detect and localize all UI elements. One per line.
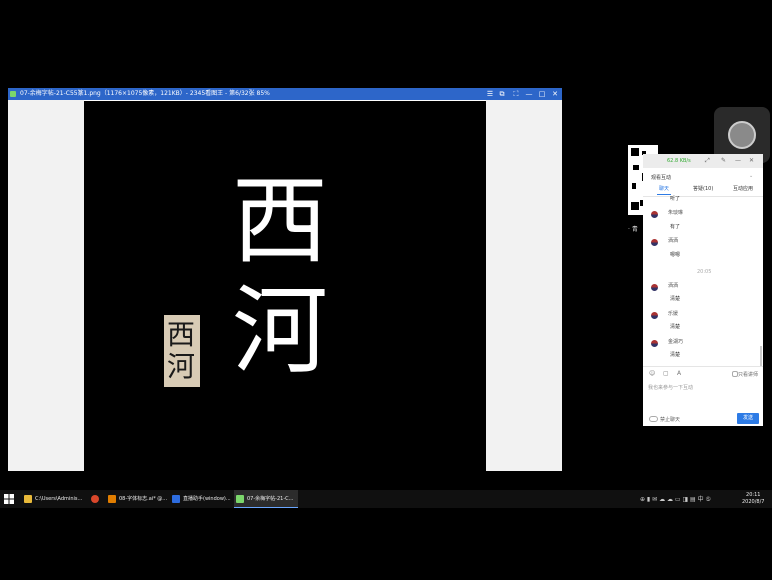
avatar — [651, 284, 658, 291]
taskbar-label: 08-字体标志.ai* @... — [119, 496, 168, 502]
menu-icon[interactable]: ☰ — [484, 88, 496, 100]
record-button-icon[interactable] — [728, 121, 756, 149]
font-icon[interactable]: A — [677, 370, 681, 377]
chat-header: 62.8 KB/s ⤢ ✎ — ✕ — [643, 154, 763, 168]
viewer-title: 07-余梅字帖-21-C55篆1.png（1176×1075像素，121KB）-… — [20, 90, 270, 97]
rubbing-char-xi: 西 — [167, 318, 196, 351]
taskbar-item-live-assistant[interactable]: 直播助手(window)... — [170, 490, 232, 508]
avatar — [651, 239, 658, 246]
taskbar-item-browser[interactable] — [86, 490, 104, 508]
viewer-left-pane — [8, 100, 84, 471]
mute-toggle[interactable] — [649, 416, 658, 422]
chat-timestamp: 20:05 — [697, 269, 712, 275]
send-button[interactable]: 发送 — [737, 413, 759, 424]
taskbar-label: 07-余梅字帖-21-C... — [247, 496, 294, 502]
pin-icon[interactable]: ✎ — [721, 157, 726, 164]
browser-icon — [91, 495, 99, 503]
illustrator-icon — [108, 495, 116, 503]
image-canvas[interactable]: 西 河 西 河 — [84, 101, 486, 471]
restore-view-icon[interactable]: ⧉ — [496, 88, 508, 100]
clock[interactable]: 20:11 2020/8/7 — [742, 492, 764, 506]
viewer-title-bar[interactable]: 07-余梅字帖-21-C55篆1.png（1176×1075像素，121KB）-… — [8, 88, 562, 100]
chat-message-text: 清楚 — [670, 296, 681, 302]
taskbar: C:\Users\Adminis... 08-字体标志.ai* @... 直播助… — [0, 490, 772, 508]
chat-scrollbar[interactable] — [760, 346, 762, 366]
big-char-xi: 西 — [232, 165, 328, 277]
folder-icon — [24, 495, 32, 503]
big-char-he: 河 — [232, 275, 328, 387]
clock-time: 20:11 — [746, 492, 761, 498]
system-tray[interactable]: ⊕ ▮ ✉ ☁ ☁ ▭ ◨ ▤ 中 ⑤ — [640, 494, 711, 503]
network-speed: 62.8 KB/s — [667, 158, 691, 164]
chat-minimize-button[interactable]: — — [735, 157, 741, 164]
avatar — [651, 211, 658, 218]
chat-message-name: 洒洒 — [668, 283, 679, 289]
chat-close-button[interactable]: ✕ — [749, 157, 754, 164]
emoji-icon[interactable]: ☺ — [649, 370, 655, 377]
image-viewer-icon — [236, 495, 244, 503]
viewer-right-pane — [486, 100, 562, 471]
chat-message-name: 乐媛 — [668, 311, 679, 317]
taskbar-item-illustrator[interactable]: 08-字体标志.ai* @... — [106, 490, 168, 508]
avatar — [651, 312, 658, 319]
chat-message-text: 听了 — [670, 196, 681, 202]
close-button[interactable]: ✕ — [549, 88, 561, 100]
image-icon[interactable]: ▢ — [663, 370, 669, 377]
taskbar-item-image-viewer[interactable]: 07-余梅字帖-21-C... — [234, 490, 298, 508]
chat-message-name: 朱琰琳 — [668, 210, 684, 216]
rubbing-char-he: 河 — [167, 350, 196, 383]
clock-date: 2020/8/7 — [742, 499, 765, 505]
chat-message-name: 金湖巧 — [668, 339, 684, 345]
qr-caption: · 青 — [628, 226, 638, 233]
chat-message-name: 洒洒 — [668, 238, 679, 244]
tab-chat[interactable]: 聊天 — [659, 185, 669, 192]
taskbar-label: C:\Users\Adminis... — [35, 496, 83, 502]
app-icon — [10, 91, 16, 97]
chat-message-text: 嗯嗯 — [670, 252, 681, 258]
active-tab-indicator — [657, 194, 671, 195]
avatar — [651, 340, 658, 347]
chat-input[interactable]: 我也来参与一下互动 — [648, 384, 693, 391]
minimize-button[interactable]: — — [523, 88, 535, 100]
divider — [643, 366, 763, 367]
mute-label: 禁止聊天 — [660, 417, 681, 423]
taskbar-label: 直播助手(window)... — [183, 496, 231, 502]
windows-start-icon[interactable] — [4, 494, 14, 504]
fullscreen-icon[interactable]: ⛶ — [510, 88, 522, 100]
tab-qa[interactable]: 答疑(10) — [693, 185, 713, 192]
live-assistant-icon — [172, 495, 180, 503]
chat-message-text: 清楚 — [670, 324, 681, 330]
image-viewer-window: 07-余梅字帖-21-C55篆1.png（1176×1075像素，121KB）-… — [8, 88, 562, 471]
chat-panel: 62.8 KB/s ⤢ ✎ — ✕ 观看互动 ⌄ 聊天 答疑(10) 互动应用 … — [643, 154, 763, 426]
chat-message-text: 清楚 — [670, 352, 681, 358]
chevron-down-icon[interactable]: ⌄ — [749, 173, 753, 179]
divider — [643, 196, 763, 197]
chat-title: 观看互动 — [651, 175, 672, 181]
rubbing-sample: 西 河 — [164, 315, 200, 387]
chat-message-text: 有了 — [670, 224, 681, 230]
maximize-button[interactable]: □ — [536, 88, 548, 100]
tab-apps[interactable]: 互动应用 — [733, 185, 753, 192]
only-teacher-label: 只看讲师 — [738, 372, 759, 378]
taskbar-item-explorer[interactable]: C:\Users\Adminis... — [22, 490, 84, 508]
resize-icon[interactable]: ⤢ — [705, 157, 710, 165]
